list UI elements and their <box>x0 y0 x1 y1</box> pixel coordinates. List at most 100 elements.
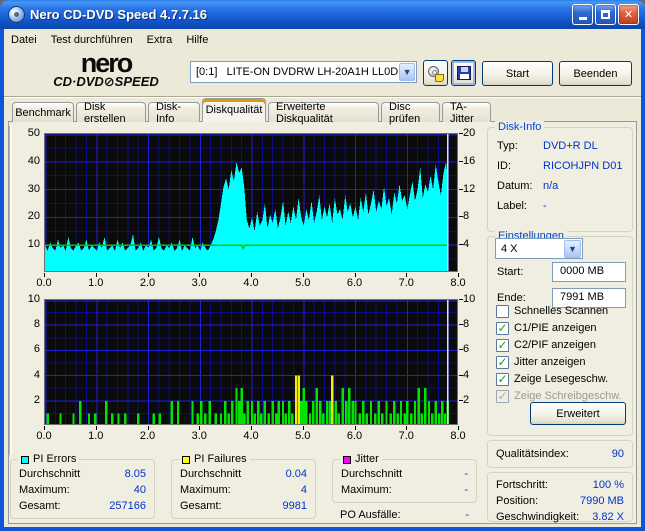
x-tick: 5.0 <box>295 277 311 289</box>
quality-index-value: 90 <box>611 448 624 460</box>
x-tick: 7.0 <box>398 430 414 442</box>
y-left-tick: 10 <box>27 293 40 305</box>
disk-info-title: Disk-Info <box>495 121 545 134</box>
y-left-tick: 20 <box>27 210 40 223</box>
y-left-tick: 2 <box>33 393 40 406</box>
tab-ta-jitter[interactable]: TA-Jitter <box>442 101 491 125</box>
menu-datei[interactable]: Datei <box>4 32 44 48</box>
menu-extra[interactable]: Extra <box>140 32 180 48</box>
minimize-icon <box>578 17 587 20</box>
legend-row: Maximum: 4 <box>180 484 307 496</box>
legend-panel-jitter: Jitter Durchschnitt - Maximum: - <box>332 453 477 503</box>
quit-button[interactable]: Beenden <box>559 61 632 86</box>
checkbox-box[interactable]: ✓ <box>496 338 509 352</box>
legend-title: PI Failures <box>179 453 250 466</box>
tab-benchmark[interactable]: Benchmark <box>12 102 74 122</box>
checkbox-schnelles-scannen[interactable]: Schnelles Scannen <box>496 304 608 318</box>
y-left-tick: 40 <box>27 154 40 167</box>
eject-disc-icon <box>428 65 444 82</box>
quality-index-label: Qualitätsindex: <box>496 448 569 460</box>
y-right-tick: 8 <box>463 210 470 223</box>
tab-disc-pr-fen[interactable]: Disc prüfen <box>381 101 440 125</box>
save-results-button[interactable] <box>451 60 476 86</box>
chevron-down-icon[interactable]: ▼ <box>564 239 581 258</box>
maximize-icon <box>601 10 610 19</box>
chevron-down-icon[interactable]: ▼ <box>399 63 415 81</box>
checkbox-label: Jitter anzeigen <box>514 356 586 368</box>
tab-disk-erstellen[interactable]: Disk erstellen <box>76 101 146 125</box>
close-button[interactable]: ✕ <box>618 4 639 25</box>
x-tick: 5.0 <box>295 430 311 442</box>
window-title: Nero CD-DVD Speed 4.7.7.16 <box>30 7 208 22</box>
y-right-tick: 2 <box>463 393 470 406</box>
x-tick: 1.0 <box>88 277 104 289</box>
legend-row: Gesamt: 257166 <box>19 500 146 512</box>
checkbox-label: Zeige Lesegeschw. <box>514 373 609 385</box>
disk-info-row: ID: RICOHJPN D01 <box>497 160 623 172</box>
app-window: Nero CD-DVD Speed 4.7.7.16 ✕ Datei Test d… <box>0 0 645 531</box>
x-tick: 4.0 <box>243 430 259 442</box>
tab-erweiterte-diskqualit-t[interactable]: Erweiterte Diskqualität <box>268 101 379 125</box>
menu-test-durchf-hren[interactable]: Test durchführen <box>44 32 140 48</box>
tab-disk-info[interactable]: Disk-Info <box>148 101 200 125</box>
y-left-tick: 4 <box>33 368 40 381</box>
checkbox-box[interactable] <box>496 304 509 318</box>
x-tick: 1.0 <box>88 430 104 442</box>
menu-hilfe[interactable]: Hilfe <box>179 32 215 48</box>
checkbox-c1-pie-anzeigen[interactable]: ✓ C1/PIE anzeigen <box>496 321 597 335</box>
speed-select-value: 4 X <box>501 242 518 255</box>
pi-errors-chart <box>44 133 458 272</box>
advanced-button[interactable]: Erweitert <box>530 402 626 425</box>
x-tick: 8.0 <box>450 277 466 289</box>
checkbox-box[interactable]: ✓ <box>496 321 509 335</box>
logo-line1: nero <box>80 48 134 78</box>
tab-diskqualit-t[interactable]: Diskqualität <box>202 98 266 122</box>
checkbox-box[interactable]: ✓ <box>496 389 509 403</box>
status-row: Geschwindigkeit: 3.82 X <box>496 511 624 523</box>
drive-select[interactable]: [0:1] LITE-ON DVDRW LH-20A1H LL0D ▼ <box>190 61 417 83</box>
eject-disc-button[interactable] <box>423 60 448 86</box>
status-row: Position: 7990 MB <box>496 495 624 507</box>
disk-info-row: Typ: DVD+R DL <box>497 140 598 152</box>
maximize-button[interactable] <box>595 4 616 25</box>
legend-panel-pi-errors: PI Errors Durchschnitt 8.05 Maximum: 40 Gesam… <box>10 453 155 519</box>
x-tick: 7.0 <box>398 277 414 289</box>
checkbox-jitter-anzeigen[interactable]: ✓ Jitter anzeigen <box>496 355 586 369</box>
x-tick: 4.0 <box>243 277 259 289</box>
legend-swatch-icon <box>343 455 351 464</box>
disk-info-row: Label: - <box>497 200 547 212</box>
checkbox-label: C1/PIE anzeigen <box>514 322 597 334</box>
y-right-tick: 4 <box>463 238 470 251</box>
pi-failures-chart <box>44 299 458 425</box>
legend-title: Jitter <box>340 453 382 466</box>
start-button[interactable]: Start <box>482 61 553 86</box>
title-bar: Nero CD-DVD Speed 4.7.7.16 ✕ <box>0 0 645 29</box>
x-tick: 6.0 <box>346 430 363 442</box>
y-right-tick: 10 <box>463 293 476 305</box>
legend-row: Durchschnitt 0.04 <box>180 468 307 480</box>
minimize-button[interactable] <box>572 4 593 25</box>
legend-panel-pi-failures: PI Failures Durchschnitt 0.04 Maximum: 4 Gesa… <box>171 453 316 519</box>
legend-title: PI Errors <box>18 453 80 466</box>
start-mb-field[interactable]: 0000 MB <box>552 262 626 282</box>
checkbox-label: Zeige Schreibgeschw. <box>514 390 622 402</box>
toolbar-separator <box>4 96 641 98</box>
checkbox-c2-pif-anzeigen[interactable]: ✓ C2/PIF anzeigen <box>496 338 596 352</box>
x-tick: 3.0 <box>191 430 207 442</box>
x-tick: 8.0 <box>450 430 466 442</box>
checkbox-box[interactable]: ✓ <box>496 355 509 369</box>
y-left-tick: 30 <box>27 182 40 195</box>
speed-select[interactable]: 4 X ▼ <box>495 238 583 259</box>
x-tick: 3.0 <box>191 277 207 289</box>
y-right-tick: 6 <box>463 343 470 356</box>
y-left-tick: 10 <box>27 238 40 251</box>
drive-select-value: [0:1] LITE-ON DVDRW LH-20A1H LL0D <box>196 66 399 78</box>
y-left-tick: 50 <box>27 127 40 139</box>
checkbox-zeige-lesegeschw-[interactable]: ✓ Zeige Lesegeschw. <box>496 372 608 386</box>
checkbox-zeige-schreibgeschw-[interactable]: ✓ Zeige Schreibgeschw. <box>496 389 622 403</box>
po-failures-row: PO Ausfälle: - <box>340 509 469 521</box>
checkbox-label: Schnelles Scannen <box>514 305 609 317</box>
checkbox-box[interactable]: ✓ <box>496 372 509 386</box>
field-label: Start: <box>497 266 524 278</box>
y-left-tick: 8 <box>33 318 40 331</box>
